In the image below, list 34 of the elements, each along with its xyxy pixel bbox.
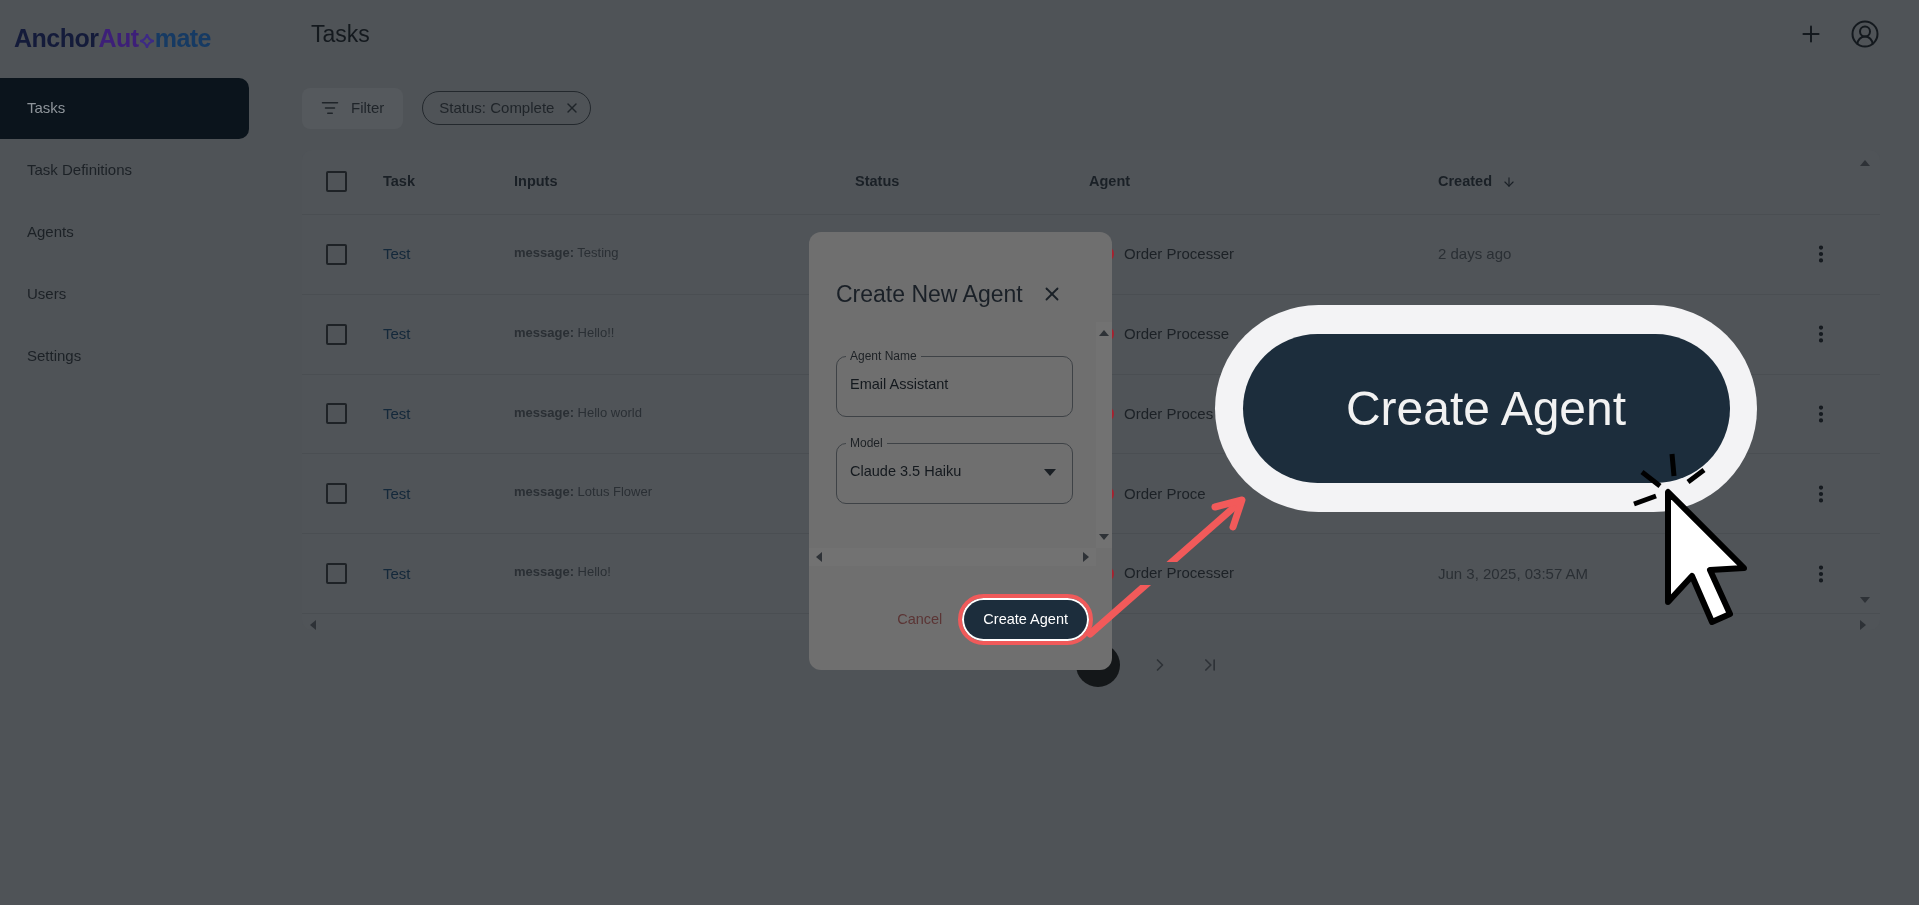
dialog-title: Create New Agent	[836, 279, 1023, 309]
scroll-right-icon[interactable]	[1081, 552, 1091, 562]
scroll-up-icon[interactable]	[1860, 158, 1870, 168]
table-cell: Test	[383, 325, 411, 343]
model-select[interactable]: Model Claude 3.5 Haiku	[836, 435, 1073, 504]
table-cell: Test	[383, 564, 411, 582]
field-value: Claude 3.5 Haiku	[850, 462, 962, 482]
caret-icon	[1044, 468, 1056, 476]
checkbox[interactable]	[326, 323, 347, 345]
sparkle-icon	[139, 33, 154, 48]
field-label: Agent Name	[849, 348, 918, 364]
field-value: Email Assistant	[850, 375, 949, 395]
checkbox[interactable]	[326, 483, 347, 505]
checkbox[interactable]	[326, 171, 347, 193]
cancel-button[interactable]: Cancel	[897, 608, 943, 631]
scroll-up-icon[interactable]	[1099, 328, 1109, 338]
sort-arrow-icon	[1502, 174, 1516, 189]
account-icon[interactable]	[1850, 19, 1880, 49]
filter-icon	[321, 99, 339, 117]
scroll-down-icon[interactable]	[1099, 532, 1109, 542]
table-cell: Test	[383, 404, 411, 422]
checkbox[interactable]	[326, 563, 347, 585]
scroll-right-icon[interactable]	[1858, 620, 1868, 630]
checkbox[interactable]	[326, 403, 347, 425]
field-label: Model	[849, 435, 884, 451]
name-field[interactable]: Agent Name Email Assistant	[836, 348, 1073, 417]
page-title: Tasks	[311, 19, 370, 49]
scroll-down-icon[interactable]	[1860, 595, 1870, 605]
table-cell: Test	[383, 245, 411, 263]
scroll-left-icon[interactable]	[308, 620, 318, 630]
table-cell: Test	[383, 484, 411, 502]
scroll-left-icon[interactable]	[814, 552, 824, 562]
sidebar-item[interactable]: Tasks	[0, 78, 249, 139]
checkbox[interactable]	[326, 243, 347, 265]
